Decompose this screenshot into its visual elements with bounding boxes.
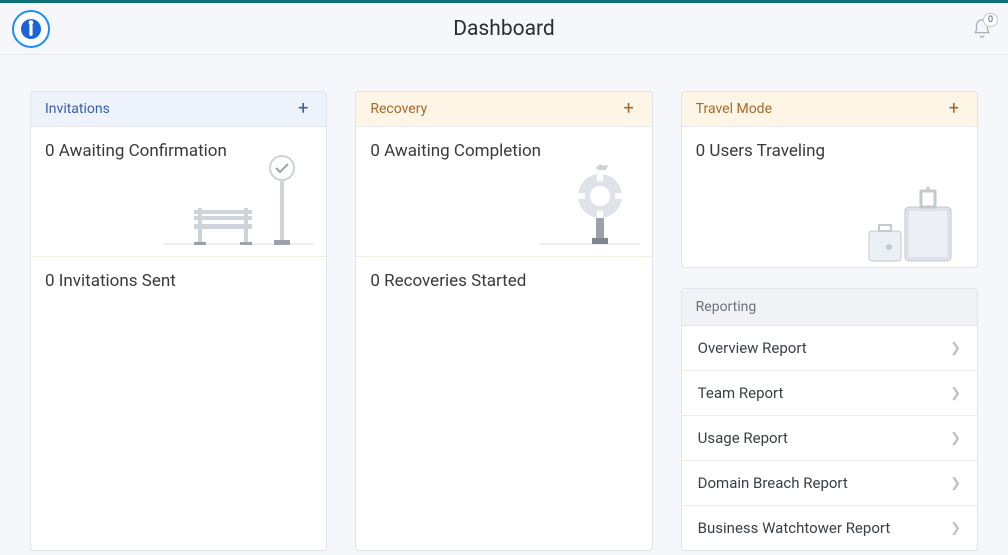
recovery-card: Recovery + 0 Awaiting Completion [355, 91, 652, 551]
report-watchtower[interactable]: Business Watchtower Report ❯ [682, 506, 977, 550]
travel-title: Travel Mode [696, 101, 772, 117]
onepassword-logo-icon [19, 17, 43, 41]
recovery-body: 0 Awaiting Completion [356, 127, 651, 257]
chevron-right-icon: ❯ [950, 431, 961, 446]
chevron-right-icon: ❯ [950, 521, 961, 536]
report-overview[interactable]: Overview Report ❯ [682, 326, 977, 371]
travel-illustration [825, 177, 965, 267]
right-column: Travel Mode + 0 Users Traveling [681, 91, 978, 551]
dashboard-content: Invitations + 0 Awaiting Confirmation [0, 55, 1008, 551]
report-label: Usage Report [698, 429, 788, 447]
report-domain-breach[interactable]: Domain Breach Report ❯ [682, 461, 977, 506]
invitations-card: Invitations + 0 Awaiting Confirmation [30, 91, 327, 551]
recovery-footer: 0 Recoveries Started [356, 257, 651, 305]
recovery-add-button[interactable]: + [619, 100, 637, 118]
invitations-body: 0 Awaiting Confirmation [31, 127, 326, 257]
recovery-started: 0 Recoveries Started [370, 271, 637, 291]
report-label: Domain Breach Report [698, 474, 848, 492]
plus-icon: + [298, 98, 308, 119]
report-label: Overview Report [698, 339, 807, 357]
invitations-sent: 0 Invitations Sent [45, 271, 312, 291]
reporting-card: Reporting Overview Report ❯ Team Report … [681, 288, 978, 551]
chevron-right-icon: ❯ [950, 341, 961, 356]
report-usage[interactable]: Usage Report ❯ [682, 416, 977, 461]
recovery-illustration [540, 148, 640, 248]
travel-body: 0 Users Traveling [682, 127, 977, 267]
travel-users: 0 Users Traveling [696, 141, 963, 161]
app-header: Dashboard 0 [0, 3, 1008, 55]
chevron-right-icon: ❯ [950, 386, 961, 401]
invitations-header: Invitations + [31, 92, 326, 127]
app-logo [12, 10, 50, 48]
plus-icon: + [949, 98, 959, 119]
report-label: Business Watchtower Report [698, 519, 891, 537]
travel-add-button[interactable]: + [945, 100, 963, 118]
recovery-title: Recovery [370, 101, 427, 117]
report-label: Team Report [698, 384, 784, 402]
reporting-title: Reporting [682, 289, 977, 326]
report-team[interactable]: Team Report ❯ [682, 371, 977, 416]
travel-header: Travel Mode + [682, 92, 977, 127]
recovery-header: Recovery + [356, 92, 651, 127]
plus-icon: + [623, 98, 633, 119]
chevron-right-icon: ❯ [950, 476, 961, 491]
notifications-count: 0 [983, 13, 998, 27]
invitations-footer: 0 Invitations Sent [31, 257, 326, 305]
notifications-button[interactable]: 0 [968, 15, 996, 43]
page-title: Dashboard [453, 17, 555, 41]
invitations-title: Invitations [45, 101, 110, 117]
invitations-add-button[interactable]: + [294, 100, 312, 118]
invitations-illustration [164, 148, 314, 248]
travel-card: Travel Mode + 0 Users Traveling [681, 91, 978, 268]
